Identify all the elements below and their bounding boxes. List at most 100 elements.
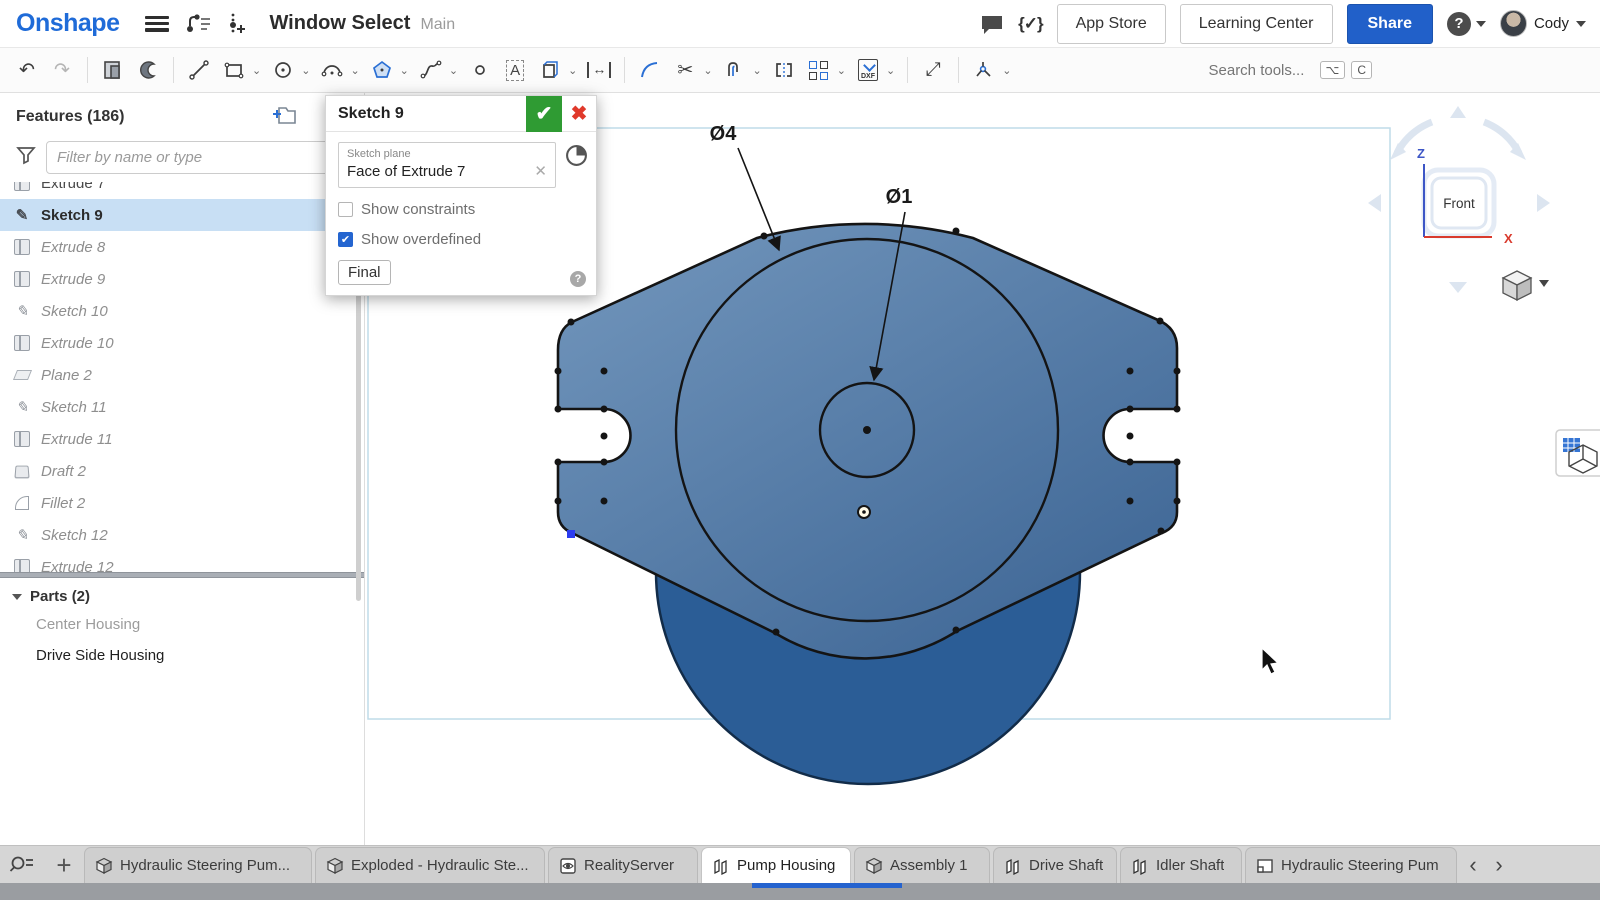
dimension-tool-icon[interactable]: ↔ [586, 55, 612, 85]
onshape-logo[interactable]: Onshape [16, 9, 119, 38]
chevron-down-icon[interactable]: ⌄ [568, 64, 577, 77]
mirror-tool-icon[interactable] [771, 55, 797, 85]
view-cube[interactable]: Front Z X [1368, 106, 1550, 293]
clear-selection-icon[interactable]: ✕ [534, 162, 547, 180]
tab-pump-housing[interactable]: Pump Housing [701, 847, 851, 883]
dxf-import-icon[interactable]: DXF [855, 55, 881, 85]
point-tool-icon[interactable] [467, 55, 493, 85]
main-menu-icon[interactable] [145, 16, 169, 32]
feature-row-extrude-12[interactable]: Extrude 12 [0, 551, 364, 572]
tabs-scroll-left-icon[interactable]: ‹ [1460, 847, 1486, 883]
text-tool-icon[interactable]: A [502, 55, 528, 85]
tab-drive-shaft[interactable]: Drive Shaft [993, 847, 1117, 883]
feature-row-extrude-9[interactable]: Extrude 9 [0, 263, 364, 295]
feature-filter-input[interactable] [46, 141, 348, 174]
search-tools[interactable]: ⌥ C [1209, 61, 1373, 79]
feature-row-extrude-10[interactable]: Extrude 10 [0, 327, 364, 359]
learning-center-button[interactable]: Learning Center [1180, 4, 1333, 44]
offset-tool-icon[interactable] [722, 55, 748, 85]
create-version-icon[interactable] [227, 12, 247, 36]
rotate-left-arrow[interactable] [1368, 194, 1381, 212]
dimension-outer-diameter[interactable]: Ø4 [710, 123, 779, 250]
cancel-button[interactable]: ✖ [562, 96, 596, 132]
feature-row-extrude-11[interactable]: Extrude 11 [0, 423, 364, 455]
sketch-plane-field[interactable]: Sketch plane Face of Extrude 7 ✕ [338, 142, 556, 188]
sketch-origin-point[interactable] [858, 506, 870, 518]
versions-graph-icon[interactable] [185, 13, 211, 35]
final-button[interactable]: Final [338, 260, 391, 285]
chevron-down-icon[interactable]: ⌄ [449, 64, 458, 77]
avatar[interactable] [1500, 10, 1527, 37]
confirm-button[interactable]: ✔ [526, 96, 562, 132]
measure-tool-icon[interactable]: ⤢ [920, 55, 946, 85]
filter-icon[interactable] [16, 146, 36, 170]
redo-button[interactable]: ↷ [49, 55, 75, 85]
help-icon[interactable]: ? [1447, 12, 1471, 36]
circle-tool-icon[interactable] [270, 55, 296, 85]
chevron-down-icon[interactable]: ⌄ [703, 64, 712, 77]
feature-row-plane-2[interactable]: Plane 2 [0, 359, 364, 391]
part-row-drive-side-housing[interactable]: Drive Side Housing [0, 640, 364, 671]
tab-idler-shaft[interactable]: Idler Shaft [1120, 847, 1242, 883]
view-modes-button[interactable] [1503, 271, 1549, 300]
feature-row-sketch-9[interactable]: ✎Sketch 9 [0, 199, 364, 231]
sheet-metal-icon[interactable] [100, 55, 126, 85]
tab-hydraulic-steering-pump[interactable]: Hydraulic Steering Pum... [84, 847, 312, 883]
drive-side-housing-plate[interactable] [558, 224, 1177, 658]
part-row-center-housing[interactable]: Center Housing [0, 609, 364, 640]
fillet-tool-icon[interactable] [637, 55, 663, 85]
show-overdefined-checkbox[interactable]: ✔ Show overdefined [338, 231, 584, 248]
chevron-down-icon[interactable]: ⌄ [886, 64, 895, 77]
user-menu[interactable]: Cody [1500, 10, 1586, 37]
chevron-down-icon[interactable]: ⌄ [400, 64, 409, 77]
feature-row-sketch-11[interactable]: ✎Sketch 11 [0, 391, 364, 423]
chevron-down-icon[interactable]: ⌄ [1002, 64, 1011, 77]
search-tabs-icon[interactable] [0, 847, 44, 883]
help-menu[interactable]: ? [1447, 12, 1486, 36]
tab-realityserver[interactable]: RealityServer [548, 847, 698, 883]
rotate-down-arrow[interactable] [1449, 282, 1467, 293]
chevron-down-icon[interactable]: ⌄ [837, 64, 846, 77]
sketch-grid-button[interactable] [1556, 430, 1600, 476]
project-convert-icon[interactable] [537, 55, 563, 85]
surface-icon[interactable] [135, 55, 161, 85]
app-store-button[interactable]: App Store [1057, 4, 1166, 44]
rotate-right-arrow[interactable] [1537, 194, 1550, 212]
feature-row-draft-2[interactable]: Draft 2 [0, 455, 364, 487]
add-folder-icon[interactable] [272, 105, 296, 129]
selected-vertex[interactable] [567, 530, 575, 538]
tabs-scroll-right-icon[interactable]: › [1486, 847, 1512, 883]
add-tab-button[interactable]: + [44, 847, 84, 883]
feature-row-extrude-7[interactable]: Extrude 7 [0, 182, 364, 199]
checkbox-checked[interactable]: ✔ [338, 232, 353, 247]
search-tools-input[interactable] [1209, 62, 1314, 79]
show-constraints-checkbox[interactable]: Show constraints [338, 201, 584, 218]
feature-row-extrude-8[interactable]: Extrude 8 [0, 231, 364, 263]
constraint-tool-icon[interactable] [971, 55, 997, 85]
share-button[interactable]: Share [1347, 4, 1433, 44]
pattern-tool-icon[interactable] [806, 55, 832, 85]
feature-row-sketch-10[interactable]: ✎Sketch 10 [0, 295, 364, 327]
trim-tool-icon[interactable]: ✂ [672, 55, 698, 85]
tab-exploded-hydraulic[interactable]: Exploded - Hydraulic Ste... [315, 847, 545, 883]
tab-hydraulic-steering-drawing[interactable]: Hydraulic Steering Pum [1245, 847, 1457, 883]
comments-icon[interactable] [980, 13, 1004, 35]
feature-state-clock-icon[interactable] [565, 144, 588, 172]
chevron-down-icon[interactable] [1539, 280, 1549, 287]
tab-assembly-1[interactable]: Assembly 1 [854, 847, 990, 883]
polygon-tool-icon[interactable] [369, 55, 395, 85]
dialog-help-icon[interactable]: ? [570, 271, 586, 287]
chevron-down-icon[interactable]: ⌄ [252, 64, 261, 77]
arc-tool-icon[interactable] [319, 55, 345, 85]
featurescript-icon[interactable]: {✓} [1018, 14, 1042, 34]
feature-row-sketch-12[interactable]: ✎Sketch 12 [0, 519, 364, 551]
workspace-name[interactable]: Main [420, 16, 455, 34]
rotate-up-arrow[interactable] [1450, 106, 1466, 118]
spline-tool-icon[interactable] [418, 55, 444, 85]
chevron-down-icon[interactable]: ⌄ [301, 64, 310, 77]
line-tool-icon[interactable] [186, 55, 212, 85]
chevron-down-icon[interactable]: ⌄ [753, 64, 762, 77]
rectangle-tool-icon[interactable] [221, 55, 247, 85]
undo-button[interactable]: ↶ [14, 55, 40, 85]
chevron-down-icon[interactable]: ⌄ [350, 64, 359, 77]
